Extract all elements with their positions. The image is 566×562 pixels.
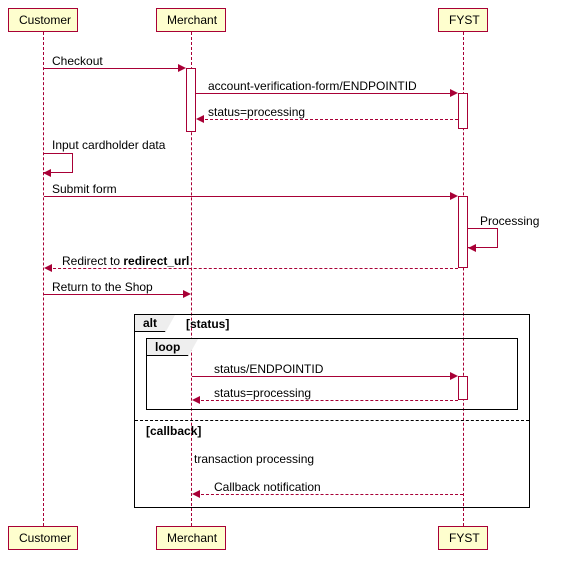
msg-redirect: Redirect to redirect_url [62, 254, 189, 268]
actor-fyst-bottom: FYST [438, 526, 488, 550]
msg-input-card: Input cardholder data [52, 138, 165, 152]
activation-fyst-2 [458, 196, 468, 268]
arrow-status-proc2 [196, 400, 458, 401]
msg-checkout: Checkout [52, 54, 103, 68]
arrowhead-callback [192, 490, 200, 498]
frag-alt-label: alt [135, 315, 166, 332]
msg-status-ep: status/ENDPOINTID [214, 362, 323, 376]
actor-customer-bottom: Customer [8, 526, 78, 550]
activation-fyst-1 [458, 93, 468, 129]
arrowhead-status-proc [196, 115, 204, 123]
msg-return: Return to the Shop [52, 280, 153, 294]
msg-status-proc2: status=processing [214, 386, 311, 400]
msg-txn-proc: transaction processing [194, 452, 314, 466]
sequence-diagram: Customer Merchant FYST Checkout account-… [0, 0, 566, 562]
arrow-submit [44, 196, 456, 197]
lifeline-customer [43, 32, 44, 526]
frag-divider [135, 420, 529, 421]
arrowhead-status-ep [450, 372, 458, 380]
arrow-return [44, 294, 189, 295]
msg-acct-verif: account-verification-form/ENDPOINTID [208, 79, 417, 93]
activation-merchant-1 [186, 68, 196, 132]
arrowhead-status-proc2 [192, 396, 200, 404]
actor-merchant-bottom: Merchant [156, 526, 226, 550]
arrow-callback [196, 494, 463, 495]
frag-callback-cond: [callback] [146, 424, 201, 438]
frag-alt-cond: [status] [186, 317, 229, 331]
arrow-status-proc [200, 119, 458, 120]
redirect-text: Redirect to [62, 254, 123, 268]
actor-customer-top: Customer [8, 8, 78, 32]
arrow-checkout [44, 68, 184, 69]
frag-loop-label: loop [147, 339, 189, 356]
actor-merchant-top: Merchant [156, 8, 226, 32]
msg-submit: Submit form [52, 182, 117, 196]
arrow-redirect [48, 268, 458, 269]
arrowhead-submit [450, 192, 458, 200]
arrowhead-redirect [44, 264, 52, 272]
arrowhead-processing [468, 244, 476, 252]
redirect-bold: redirect_url [123, 254, 189, 268]
actor-fyst-top: FYST [438, 8, 488, 32]
arrow-acct-verif [196, 93, 456, 94]
msg-callback: Callback notification [214, 480, 321, 494]
arrowhead-acct-verif [450, 89, 458, 97]
msg-status-proc: status=processing [208, 105, 305, 119]
arrowhead-return [183, 290, 191, 298]
arrowhead-checkout [178, 64, 186, 72]
arrow-status-ep [192, 376, 456, 377]
msg-processing: Processing [480, 214, 539, 228]
arrowhead-input-card [43, 169, 51, 177]
